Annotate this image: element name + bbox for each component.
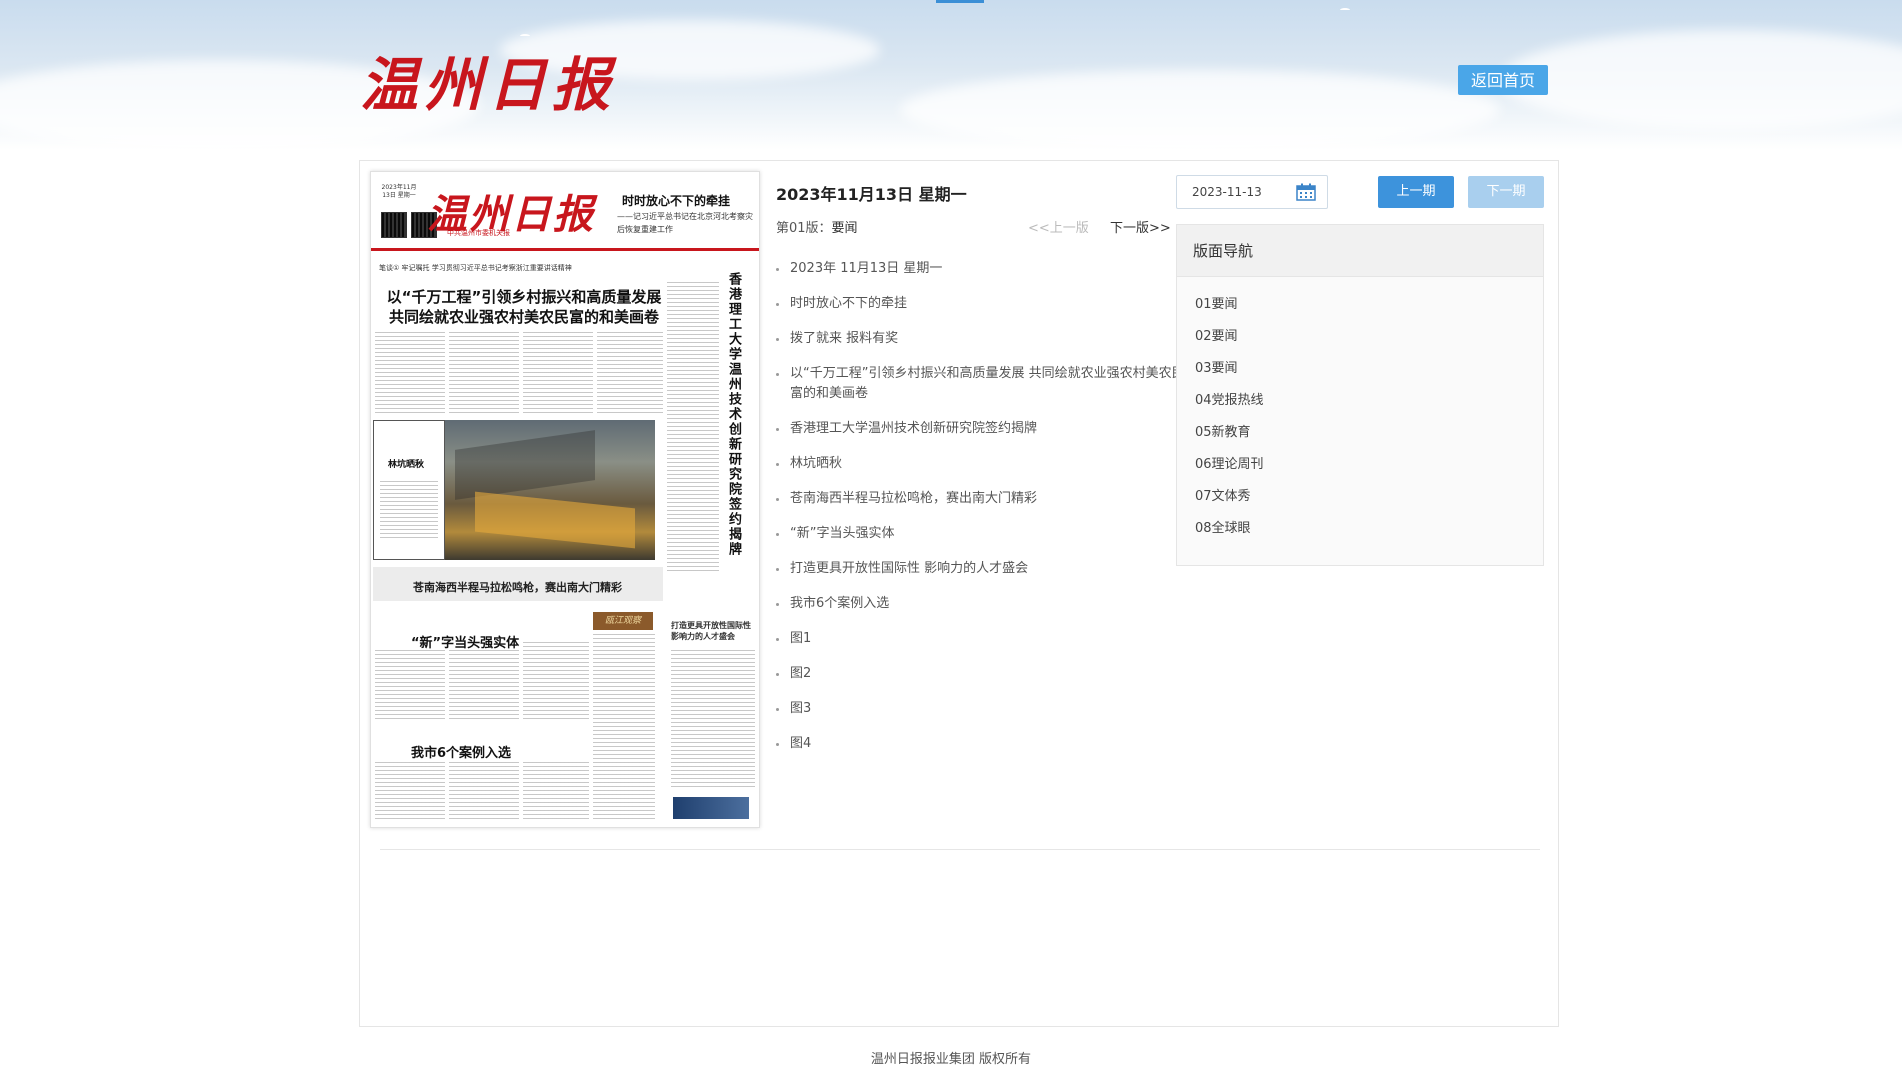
text-column bbox=[375, 762, 445, 822]
newspaper-page-image[interactable]: 2023年11月13日 星期一 温州日报 中共温州市委机关报 时时放心不下的牵挂… bbox=[370, 171, 760, 828]
article-link[interactable]: 打造更具开放性国际性 影响力的人才盛会 bbox=[776, 559, 1196, 579]
text-column bbox=[449, 650, 519, 720]
page-masthead: 2023年11月13日 星期一 温州日报 中共温州市委机关报 时时放心不下的牵挂… bbox=[377, 180, 755, 240]
article-link[interactable]: 图3 bbox=[776, 699, 1196, 719]
edition-name: 要闻 bbox=[831, 221, 858, 236]
page-story-headline: “新”字当头强实体 bbox=[411, 636, 520, 651]
next-issue-button[interactable]: 下一期 bbox=[1468, 176, 1544, 208]
content-divider bbox=[380, 849, 1540, 850]
page-nav-item[interactable]: 06理论周刊 bbox=[1195, 455, 1264, 487]
text-column bbox=[523, 762, 589, 822]
edition-number: 第01版： bbox=[776, 221, 832, 236]
article-link[interactable]: “新”字当头强实体 bbox=[776, 524, 1196, 544]
text-column bbox=[449, 332, 519, 414]
page-top-headline: 时时放心不下的牵挂 bbox=[622, 194, 731, 208]
page-masthead-date: 2023年11月13日 星期一 bbox=[381, 184, 417, 199]
text-column bbox=[667, 282, 719, 572]
site-logo[interactable]: 温州日报 bbox=[360, 40, 616, 120]
text-column bbox=[597, 332, 663, 414]
page-vertical-headline: 香港理工大学温州技术创新研究院签约揭牌 bbox=[726, 272, 741, 557]
qr-code-icon bbox=[381, 212, 407, 238]
text-column bbox=[593, 634, 655, 819]
top-accent-bar bbox=[936, 0, 984, 3]
footer-copyright: 温州日报报业集团 版权所有 bbox=[870, 1052, 1032, 1067]
page-nav-item[interactable]: 04党报热线 bbox=[1195, 391, 1264, 423]
page-photo bbox=[445, 420, 655, 560]
article-link[interactable]: 拨了就来 报料有奖 bbox=[776, 329, 1196, 349]
home-button[interactable]: 返回首页 bbox=[1458, 65, 1548, 95]
header-banner: 温州日报 返回首页 bbox=[0, 0, 1902, 150]
page-nav-item[interactable]: 08全球眼 bbox=[1195, 519, 1264, 551]
sidebar-box-label: 林坑晒秋 bbox=[388, 460, 425, 470]
edition-label: 第01版：要闻 bbox=[776, 217, 858, 236]
article-link[interactable]: 图2 bbox=[776, 664, 1196, 684]
page-nav-item[interactable]: 03要闻 bbox=[1195, 359, 1264, 391]
page-nav-item[interactable]: 01要闻 bbox=[1195, 295, 1264, 327]
article-link[interactable]: 图4 bbox=[776, 734, 1196, 754]
text-column bbox=[375, 332, 445, 414]
issue-date-title: 2023年11月13日 星期一 bbox=[776, 185, 967, 204]
article-link[interactable]: 以“千万工程”引领乡村振兴和高质量发展 共同绘就农业强农村美农民富的和美画卷 bbox=[776, 364, 1196, 404]
article-link[interactable]: 林坑晒秋 bbox=[776, 454, 1196, 474]
prev-issue-button[interactable]: 上一期 bbox=[1378, 176, 1454, 208]
page-nav-item[interactable]: 07文体秀 bbox=[1195, 487, 1264, 519]
text-column bbox=[380, 481, 438, 541]
article-link[interactable]: 苍南海西半程马拉松鸣枪，赛出南大门精彩 bbox=[776, 489, 1196, 509]
page-column-tag: 瓯江观察 bbox=[593, 612, 653, 630]
page-nav-panel: 版面导航 01要闻 02要闻 03要闻 04党报热线 05新教育 06理论周刊 … bbox=[1176, 224, 1544, 566]
page-top-subheadline: ——记习近平总书记在北京河北考察灾后恢复重建工作 bbox=[617, 212, 753, 234]
page-nav-list: 01要闻 02要闻 03要闻 04党报热线 05新教育 06理论周刊 07文体秀… bbox=[1195, 295, 1264, 551]
page-kicker: 笔谈① 牢记嘱托 学习贯彻习近平总书记考察浙江重要讲话精神 bbox=[379, 264, 572, 272]
text-column bbox=[523, 332, 593, 414]
page-story-headline: 打造更具开放性国际性影响力的人才盛会 bbox=[671, 621, 751, 641]
sidebar-box: 林坑晒秋 bbox=[373, 420, 445, 560]
text-column bbox=[523, 642, 589, 720]
calendar-icon[interactable] bbox=[1296, 183, 1316, 201]
text-column bbox=[375, 650, 445, 720]
page-masthead-sub: 中共温州市委机关报 bbox=[447, 229, 510, 237]
article-link[interactable]: 香港理工大学温州技术创新研究院签约揭牌 bbox=[776, 419, 1196, 439]
page-main-headline: 以“千万工程”引领乡村振兴和高质量发展 共同绘就农业强农村美农民富的和美画卷 bbox=[386, 288, 662, 326]
cloud-decoration bbox=[1500, 30, 1902, 130]
page-nav-item[interactable]: 05新教育 bbox=[1195, 423, 1264, 455]
article-link[interactable]: 时时放心不下的牵挂 bbox=[776, 294, 1196, 314]
article-list: 2023年 11月13日 星期一 时时放心不下的牵挂 拨了就来 报料有奖 以“千… bbox=[776, 259, 1196, 769]
page-nav-title: 版面导航 bbox=[1177, 225, 1543, 277]
page-ad bbox=[673, 797, 749, 819]
masthead-divider bbox=[371, 248, 759, 251]
article-link[interactable]: 我市6个案例入选 bbox=[776, 594, 1196, 614]
text-column bbox=[449, 762, 519, 822]
article-link[interactable]: 2023年 11月13日 星期一 bbox=[776, 259, 1196, 279]
page-banner-headline: 苍南海西半程马拉松鸣枪，赛出南大门精彩 bbox=[413, 581, 622, 594]
article-link[interactable]: 图1 bbox=[776, 629, 1196, 649]
next-page-link[interactable]: 下一版>> bbox=[1110, 217, 1171, 236]
cloud-decoration bbox=[900, 70, 1500, 150]
page-story-headline: 我市6个案例入选 bbox=[411, 746, 512, 761]
bird-icon bbox=[1340, 8, 1350, 12]
page-banner: 苍南海西半程马拉松鸣枪，赛出南大门精彩 bbox=[373, 567, 663, 601]
text-column bbox=[671, 650, 755, 790]
main-container: 2023年11月13日 星期一 温州日报 中共温州市委机关报 时时放心不下的牵挂… bbox=[359, 160, 1559, 1027]
prev-page-link[interactable]: <<上一版 bbox=[1028, 217, 1089, 236]
page-nav-item[interactable]: 02要闻 bbox=[1195, 327, 1264, 359]
